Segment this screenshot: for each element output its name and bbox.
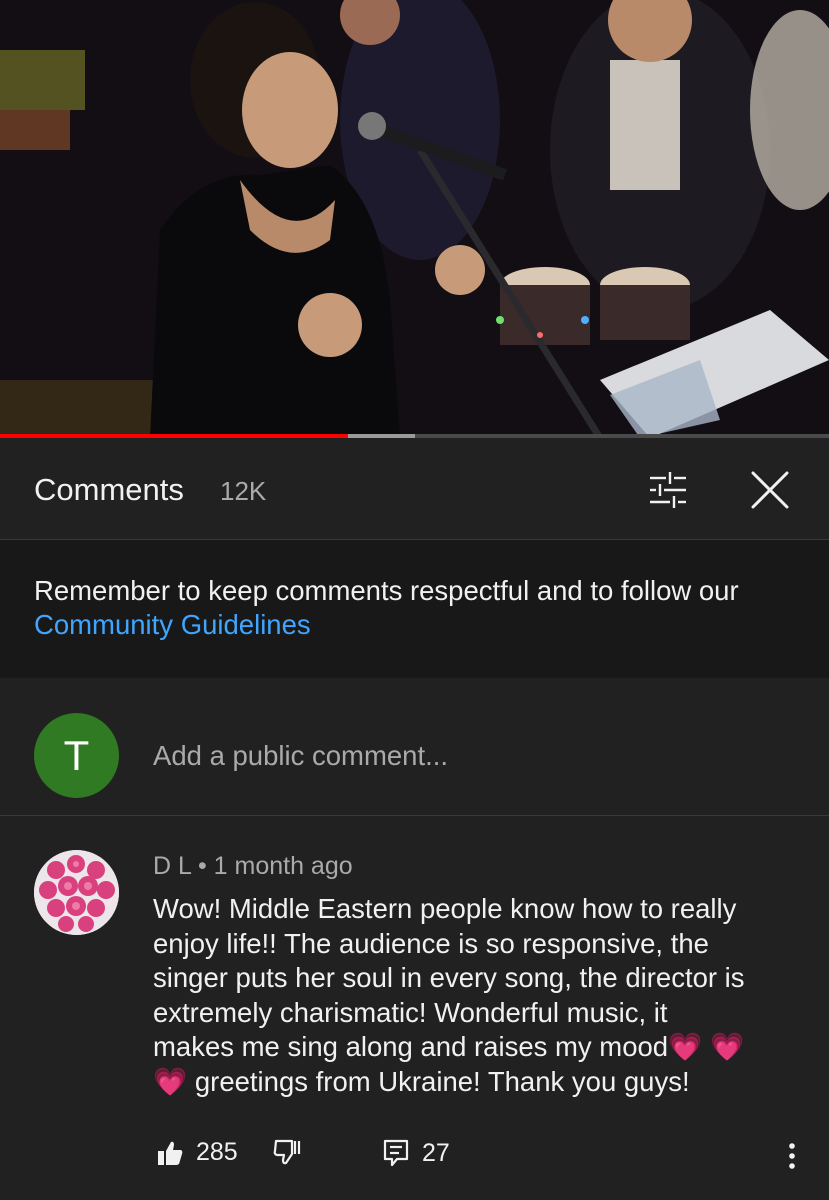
comment-line: singer puts her soul in every song, the … bbox=[153, 962, 745, 994]
filter-button[interactable] bbox=[640, 466, 696, 514]
comment-time: 1 month ago bbox=[213, 852, 353, 880]
comment-author[interactable]: D L bbox=[153, 852, 191, 880]
comment-line: extremely charismatic! Wonderful music, … bbox=[153, 996, 668, 1028]
reply-count: 27 bbox=[422, 1138, 450, 1167]
comment-text: Wow! Middle Eastern people know how to r… bbox=[153, 892, 803, 1100]
video-player[interactable] bbox=[0, 0, 829, 438]
comment-line: Wow! Middle Eastern people know how to r… bbox=[153, 893, 737, 924]
like-count: 285 bbox=[196, 1138, 238, 1166]
close-icon bbox=[751, 471, 789, 509]
comments-count: 12K bbox=[220, 476, 267, 506]
flowers-avatar-image bbox=[34, 850, 119, 935]
more-options-button[interactable] bbox=[778, 1138, 806, 1174]
like-button[interactable]: 285 bbox=[156, 1138, 238, 1167]
community-guidelines-link[interactable]: Community Guidelines bbox=[34, 609, 311, 640]
comment-line: enjoy life!! The audience is so responsi… bbox=[153, 927, 709, 959]
commenter-avatar[interactable] bbox=[34, 850, 119, 935]
thumbs-up-icon bbox=[158, 1141, 183, 1165]
add-comment-input[interactable]: Add a public comment... bbox=[153, 736, 773, 776]
comment-line: makes me sing along and raises my mood💗 … bbox=[153, 1031, 745, 1063]
comment-line: 💗 greetings from Ukraine! Thank you guys… bbox=[153, 1065, 690, 1097]
thumbs-down-icon bbox=[273, 1139, 301, 1165]
reply-icon bbox=[383, 1139, 409, 1167]
filter-icon bbox=[650, 472, 686, 508]
guidelines-message: Remember to keep comments respectful and… bbox=[34, 575, 739, 606]
close-button[interactable] bbox=[742, 462, 798, 518]
meta-separator: • bbox=[197, 852, 207, 880]
video-frame bbox=[0, 0, 829, 438]
comment-meta: D L • 1 month ago bbox=[153, 852, 353, 881]
more-vert-icon bbox=[789, 1143, 795, 1169]
guidelines-text: Remember to keep comments respectful and… bbox=[34, 574, 794, 642]
dislike-button[interactable] bbox=[272, 1138, 302, 1166]
comments-title: Comments bbox=[34, 472, 184, 507]
reply-button[interactable]: 27 bbox=[382, 1138, 450, 1168]
user-avatar[interactable]: T bbox=[34, 713, 119, 798]
